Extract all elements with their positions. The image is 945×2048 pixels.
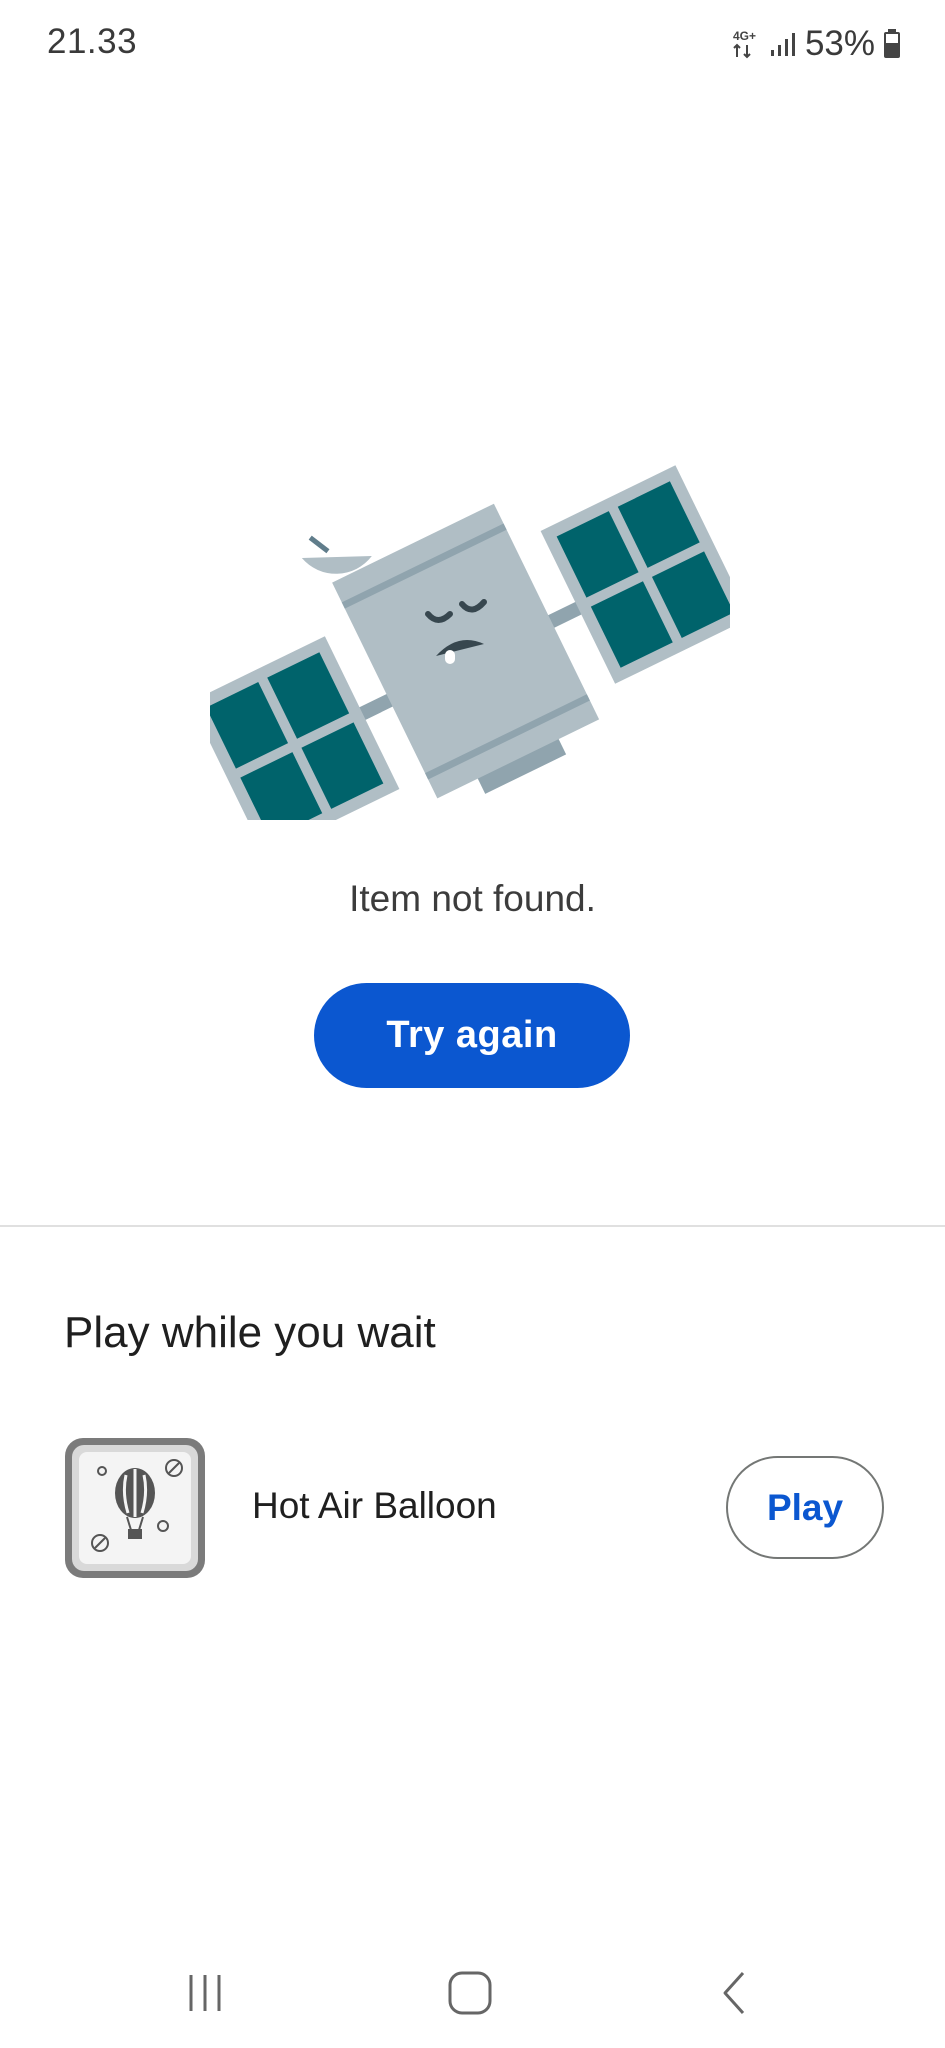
network-4g-icon: 4G+ xyxy=(733,29,756,59)
back-button[interactable] xyxy=(690,1958,780,2028)
try-again-button[interactable]: Try again xyxy=(314,983,630,1088)
status-bar: 21.33 4G+ 53% xyxy=(0,0,945,90)
sleepy-satellite-illustration xyxy=(210,465,730,820)
home-icon xyxy=(448,1971,492,2015)
battery-percentage: 53% xyxy=(804,24,875,63)
right-solar-panel xyxy=(540,465,730,684)
status-time: 21.33 xyxy=(47,22,138,61)
left-solar-panel xyxy=(210,636,400,820)
battery-icon xyxy=(884,29,900,58)
play-button[interactable]: Play xyxy=(726,1456,884,1559)
section-divider xyxy=(0,1225,945,1227)
home-button[interactable] xyxy=(425,1958,515,2028)
recents-button[interactable] xyxy=(160,1958,250,2028)
game-name: Hot Air Balloon xyxy=(252,1485,497,1526)
recents-icon xyxy=(189,1975,221,2011)
back-icon xyxy=(723,1971,745,2015)
status-icons: 4G+ 53% xyxy=(731,22,901,66)
error-message: Item not found. xyxy=(349,878,596,919)
hot-air-balloon-icon xyxy=(65,1438,205,1578)
navigation-bar xyxy=(0,1938,945,2048)
network-4g-label: 4G+ xyxy=(733,29,756,43)
section-title: Play while you wait xyxy=(64,1308,436,1357)
game-list-item[interactable]: Hot Air Balloon Play xyxy=(62,1435,884,1581)
signal-icon xyxy=(770,33,795,56)
